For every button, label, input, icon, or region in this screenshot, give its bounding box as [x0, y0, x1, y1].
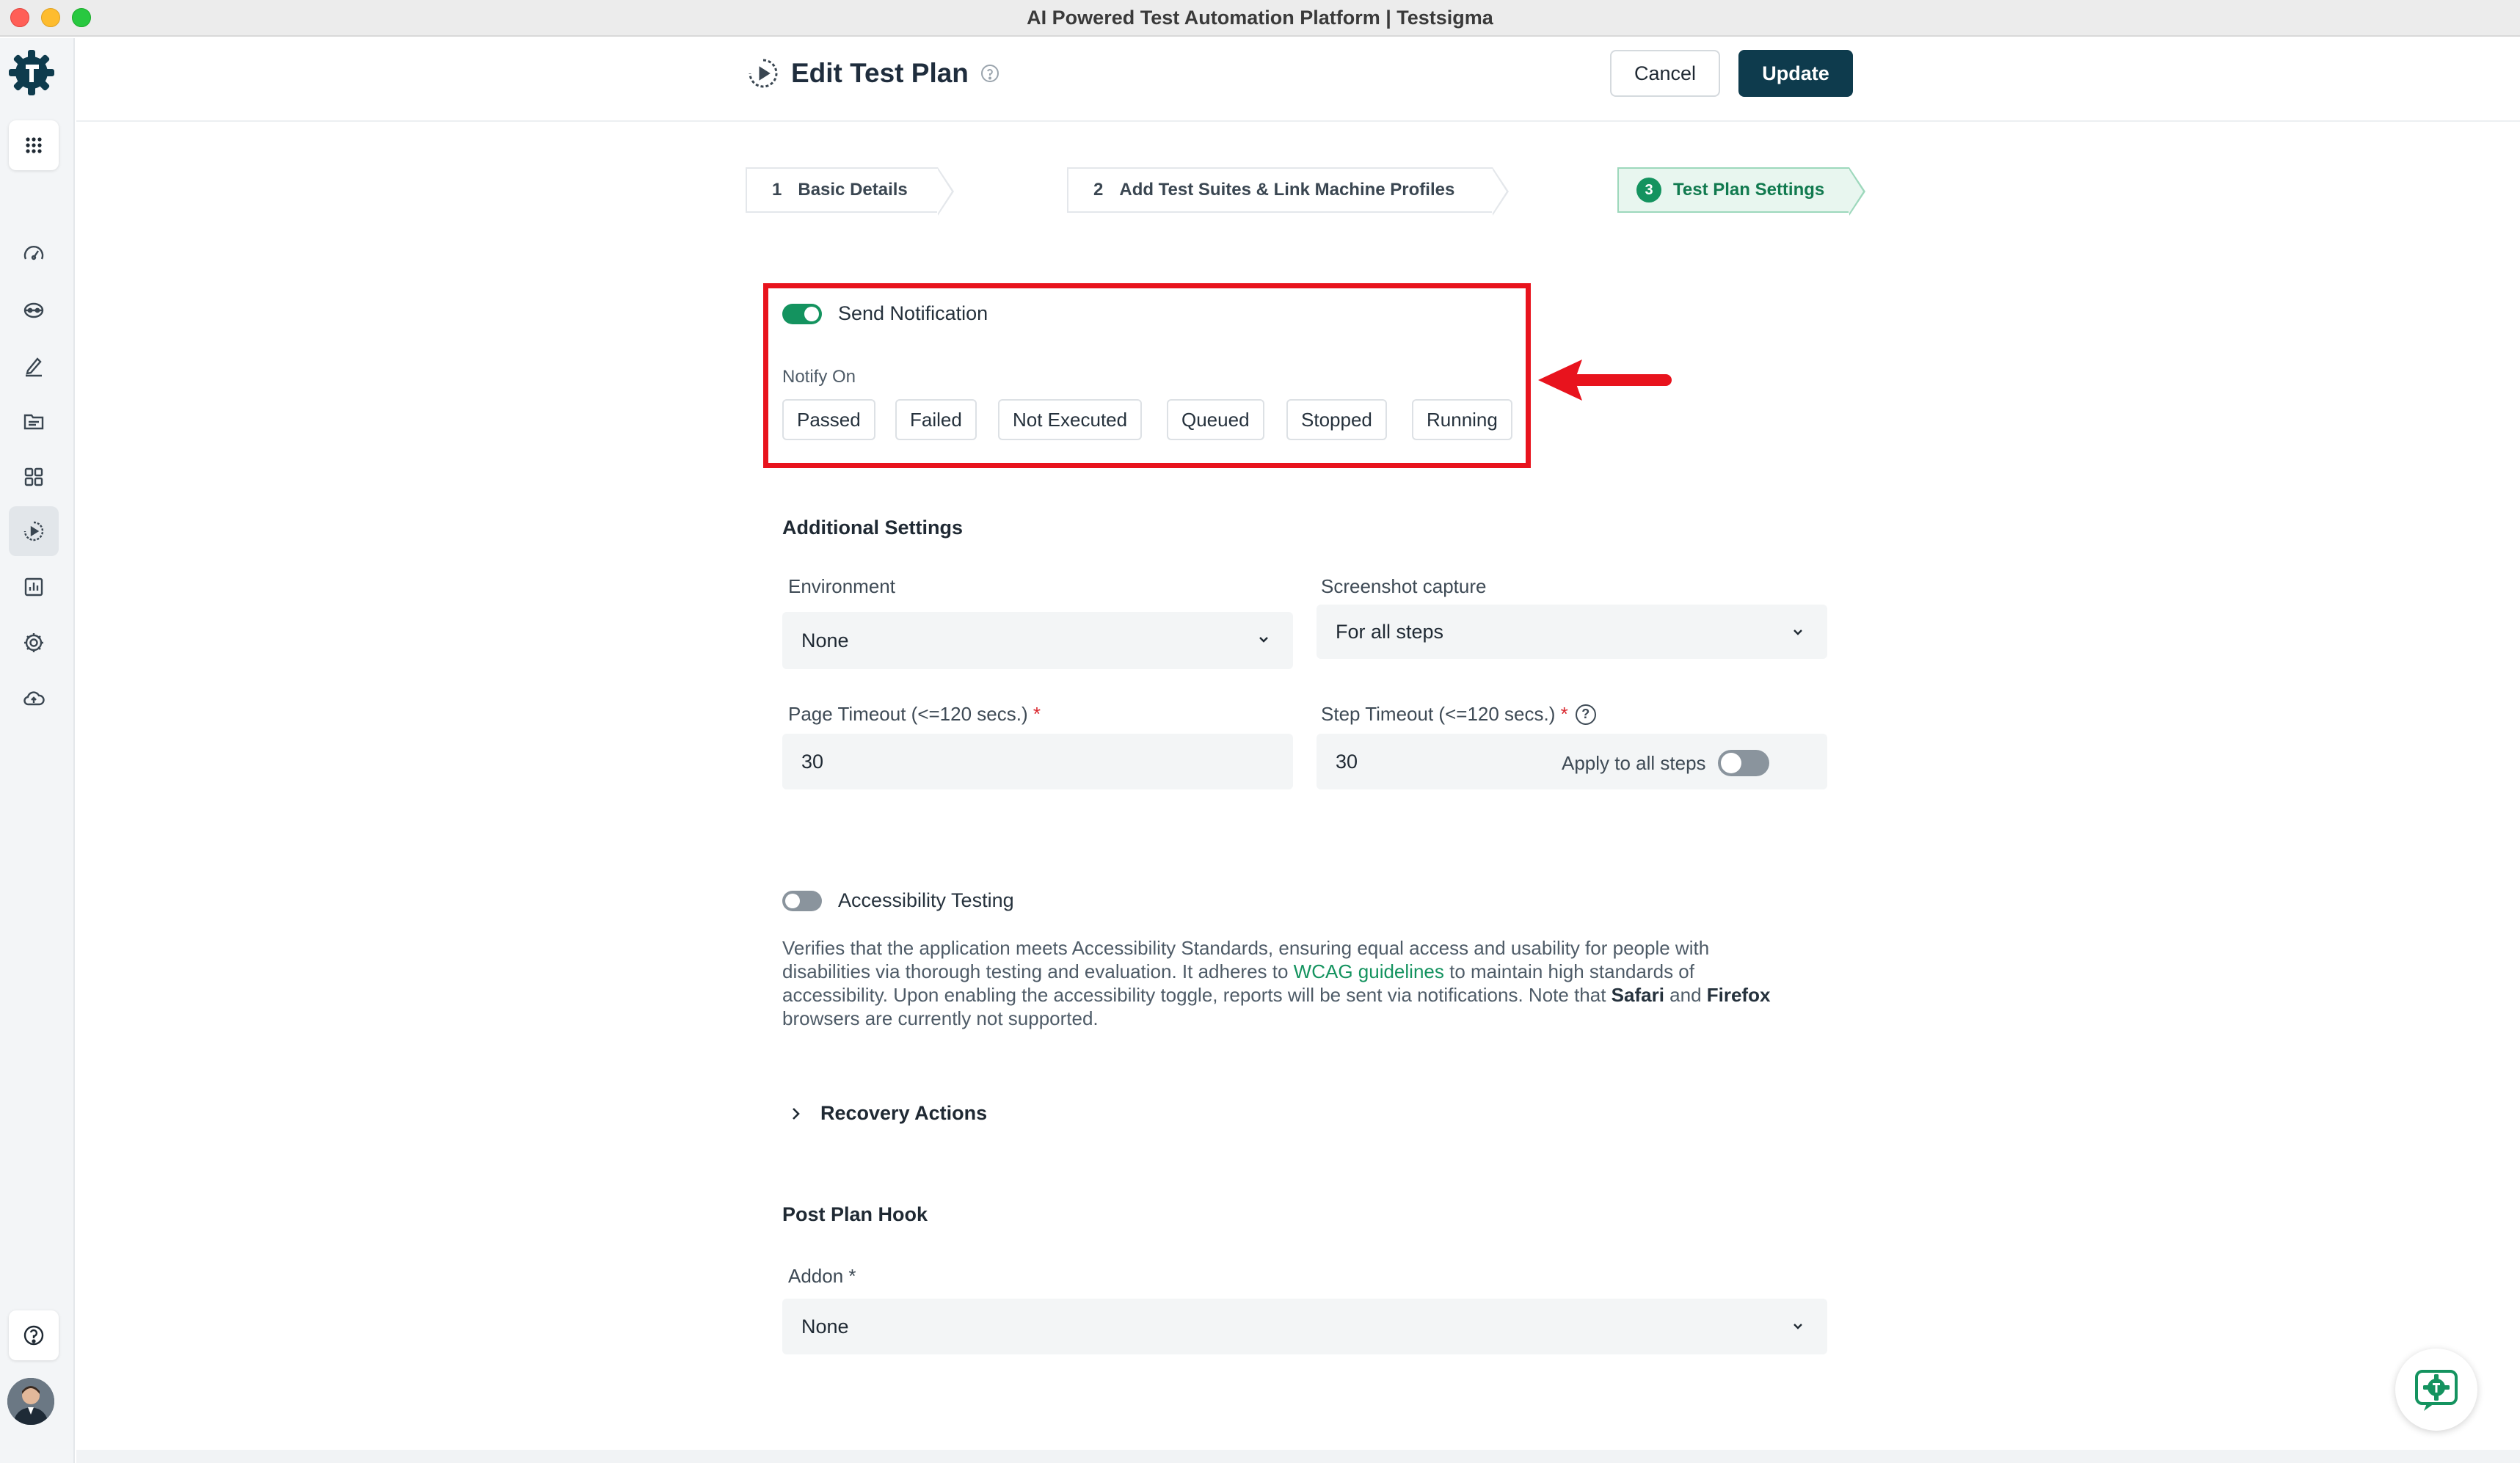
notify-on-label: Notify On: [782, 367, 856, 387]
screenshot-capture-value: For all steps: [1336, 620, 1444, 643]
close-window-button[interactable]: [10, 8, 29, 27]
step-label: Basic Details: [798, 180, 908, 200]
environment-select[interactable]: None: [782, 612, 1293, 669]
step-number: 1: [772, 180, 782, 200]
sidebar-item-test-suites[interactable]: [9, 396, 59, 446]
window-titlebar: AI Powered Test Automation Platform | Te…: [0, 0, 2520, 37]
cancel-button[interactable]: Cancel: [1610, 50, 1720, 97]
accessibility-testing-row: Accessibility Testing: [782, 889, 1014, 912]
accessibility-testing-toggle[interactable]: [782, 890, 822, 911]
step-label: Test Plan Settings: [1673, 180, 1825, 200]
assistant-chat-button[interactable]: [2395, 1349, 2477, 1431]
apply-to-all-steps-label: Apply to all steps: [1562, 751, 1706, 774]
chevron-down-icon: [1259, 637, 1268, 643]
info-help-icon[interactable]: [980, 64, 999, 83]
accessibility-testing-label: Accessibility Testing: [838, 889, 1014, 911]
notify-option-running[interactable]: Running: [1412, 399, 1512, 440]
page-timeout-label: Page Timeout (<=120 secs.) *: [788, 703, 1041, 725]
accessibility-description: Verifies that the application meets Acce…: [782, 937, 1771, 1029]
page-timeout-input[interactable]: 30: [782, 734, 1293, 789]
send-notification-label: Send Notification: [838, 302, 988, 324]
sidebar-item-settings[interactable]: [9, 618, 59, 668]
chat-assistant-icon: [2415, 1370, 2458, 1411]
notify-option-passed[interactable]: Passed: [782, 399, 875, 440]
update-button[interactable]: Update: [1738, 50, 1853, 97]
addons-grid-icon: [24, 467, 43, 486]
help-button[interactable]: [9, 1310, 59, 1360]
wcag-guidelines-link[interactable]: WCAG guidelines: [1294, 960, 1444, 982]
send-notification-row: Send Notification: [782, 302, 988, 325]
apps-grid-button[interactable]: [9, 120, 59, 170]
user-avatar-icon: [7, 1378, 54, 1425]
safari-text: Safari: [1611, 984, 1664, 1006]
minimize-window-button[interactable]: [41, 8, 60, 27]
required-mark: *: [1560, 703, 1568, 725]
sidebar-item-dashboard[interactable]: [9, 229, 59, 279]
sidebar-item-addons[interactable]: [9, 452, 59, 502]
step-timeout-label: Step Timeout (<=120 secs.) * ?: [1321, 703, 1596, 726]
step-label: Add Test Suites & Link Machine Profiles: [1119, 180, 1455, 200]
sidebar-item-reports[interactable]: [9, 562, 59, 612]
test-suites-icon: [23, 414, 44, 430]
chevron-down-icon: [1794, 630, 1802, 635]
window-controls: [10, 8, 91, 27]
page-title-group: Edit Test Plan: [747, 57, 999, 90]
recovery-actions-toggle[interactable]: Recovery Actions: [790, 1102, 987, 1125]
test-plans-icon: [23, 521, 44, 541]
step-add-test-suites[interactable]: 2 Add Test Suites & Link Machine Profile…: [1067, 167, 1509, 216]
notify-option-failed[interactable]: Failed: [895, 399, 977, 440]
send-notification-toggle[interactable]: [782, 303, 822, 324]
page-header: Edit Test Plan Cancel Update: [76, 38, 2520, 122]
chevron-down-icon: [1794, 1324, 1802, 1329]
annotation-arrow-icon: [1538, 360, 1672, 401]
additional-settings-title: Additional Settings: [782, 517, 963, 539]
bottom-scroll-area: [76, 1450, 2520, 1463]
chevron-right-icon: [793, 1107, 800, 1120]
sidebar-item-test-plans[interactable]: [9, 506, 59, 556]
addon-select[interactable]: None: [782, 1299, 1827, 1354]
screenshot-capture-select[interactable]: For all steps: [1317, 605, 1827, 659]
environment-label: Environment: [788, 575, 895, 597]
required-mark: *: [848, 1265, 856, 1287]
notify-option-not-executed[interactable]: Not Executed: [998, 399, 1143, 440]
dashboard-icon: [23, 246, 44, 260]
sidebar-item-copilot[interactable]: [9, 285, 59, 335]
post-plan-hook-title: Post Plan Hook: [782, 1203, 928, 1225]
firefox-text: Firefox: [1706, 984, 1771, 1006]
page-timeout-value: 30: [801, 750, 824, 773]
notify-option-stopped[interactable]: Stopped: [1286, 399, 1387, 440]
testsigma-logo-icon[interactable]: [6, 47, 57, 98]
avatar[interactable]: [7, 1378, 54, 1425]
required-mark: *: [1033, 703, 1041, 725]
settings-icon: [24, 633, 43, 652]
step-timeout-value: 30: [1336, 750, 1358, 773]
test-plan-play-icon: [749, 59, 778, 88]
sidebar-item-test-cases[interactable]: [9, 340, 59, 390]
step-number: 3: [1636, 178, 1661, 203]
environment-value: None: [801, 629, 849, 652]
notify-option-queued[interactable]: Queued: [1167, 399, 1264, 440]
maximize-window-button[interactable]: [72, 8, 91, 27]
recovery-actions-label: Recovery Actions: [820, 1102, 988, 1124]
step-test-plan-settings[interactable]: 3 Test Plan Settings: [1617, 167, 1865, 216]
cloud-icon: [23, 691, 45, 706]
apply-to-all-steps-toggle[interactable]: [1717, 750, 1769, 776]
page-title: Edit Test Plan: [791, 58, 969, 88]
robot-icon: [23, 302, 44, 318]
screenshot-capture-label: Screenshot capture: [1321, 575, 1487, 597]
sidebar: [0, 38, 75, 1463]
reports-icon: [24, 577, 43, 596]
addon-label: Addon *: [788, 1265, 856, 1287]
apps-grid-icon: [26, 137, 42, 153]
sidebar-item-cloud[interactable]: [9, 674, 59, 723]
edit-icon: [26, 357, 42, 377]
help-icon: [23, 1325, 44, 1346]
step-number: 2: [1093, 180, 1104, 200]
question-help-icon[interactable]: ?: [1575, 704, 1596, 725]
apply-to-all-steps-row: Apply to all steps: [1562, 750, 1769, 776]
addon-value: None: [801, 1315, 849, 1338]
step-basic-details[interactable]: 1 Basic Details: [746, 167, 954, 216]
window-title: AI Powered Test Automation Platform | Te…: [1027, 6, 1493, 29]
